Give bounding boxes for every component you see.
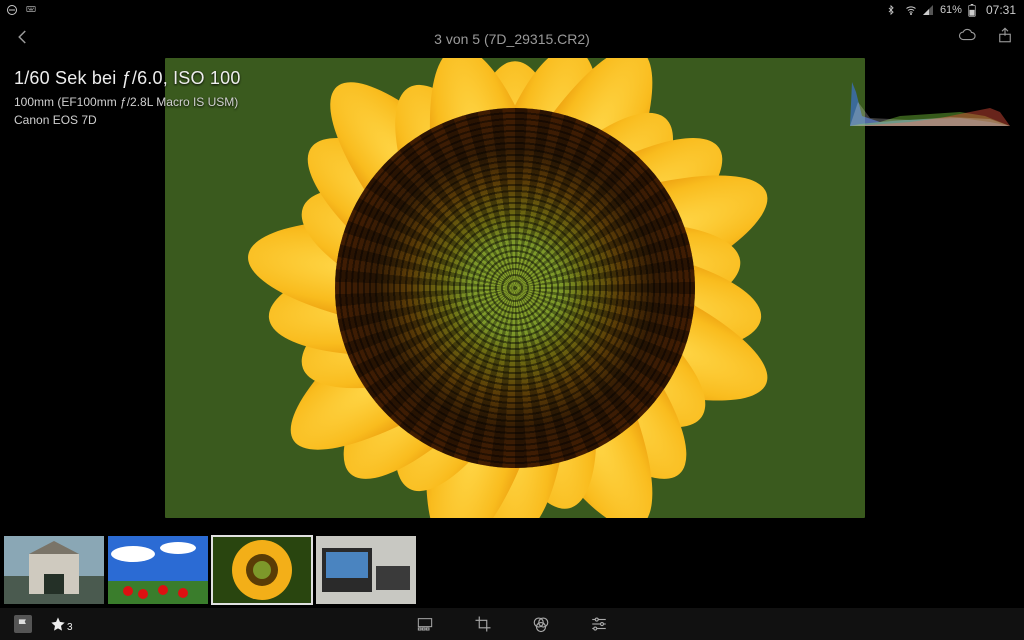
photo-preview[interactable]: // petals will be painted via JS-generat… [165, 58, 865, 518]
clock: 07:31 [986, 3, 1016, 17]
adjust-icon[interactable] [590, 615, 608, 633]
presets-icon[interactable] [532, 615, 550, 633]
filmstrip-toggle-icon[interactable] [416, 615, 434, 633]
thumbnail-2[interactable] [108, 536, 208, 604]
do-not-disturb-icon [6, 4, 18, 16]
main-viewer: // petals will be painted via JS-generat… [0, 58, 1024, 530]
page-title: 3 von 5 (7D_29315.CR2) [0, 31, 1024, 47]
filmstrip[interactable] [4, 536, 1020, 606]
rating-control[interactable]: 3 [50, 616, 73, 633]
signal-icon [922, 4, 934, 16]
cloud-sync-icon[interactable] [956, 26, 978, 49]
keyboard-icon [24, 4, 36, 16]
metadata-overlay: 1/60 Sek bei ƒ/6.0, ISO 100 100mm (EF100… [14, 68, 241, 127]
app-header: 3 von 5 (7D_29315.CR2) [0, 20, 1024, 58]
histogram[interactable] [850, 72, 1010, 126]
crop-icon[interactable] [474, 615, 492, 633]
rating-value: 3 [67, 622, 73, 633]
lens-info: 100mm (EF100mm ƒ/2.8L Macro IS USM) [14, 95, 241, 109]
exposure-info: 1/60 Sek bei ƒ/6.0, ISO 100 [14, 68, 241, 89]
share-icon[interactable] [996, 26, 1014, 49]
thumbnail-4[interactable] [316, 536, 416, 604]
bluetooth-icon [886, 4, 898, 16]
flag-toggle[interactable] [14, 615, 32, 633]
thumbnail-1[interactable] [4, 536, 104, 604]
android-status-bar: 61% 07:31 [0, 0, 1024, 20]
thumbnail-3[interactable] [212, 536, 312, 604]
camera-info: Canon EOS 7D [14, 113, 241, 127]
bottom-toolbar: 3 [0, 608, 1024, 640]
wifi-icon [904, 4, 916, 16]
battery-icon [968, 4, 980, 16]
battery-percent: 61% [940, 4, 962, 16]
